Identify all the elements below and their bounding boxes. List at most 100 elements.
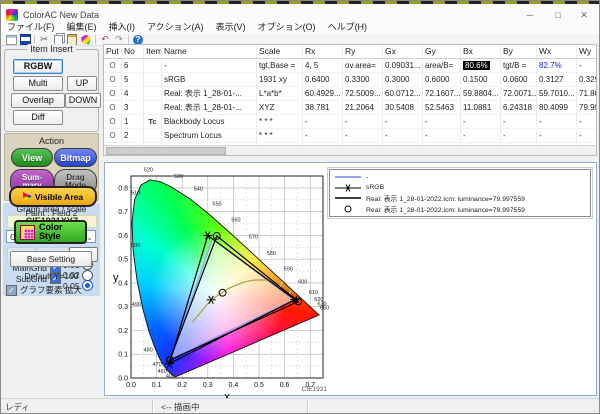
minimize-button[interactable]: ─ xyxy=(517,8,543,22)
cell-gy: - xyxy=(423,129,461,142)
menu-item-0[interactable]: ファイル(F) xyxy=(1,21,61,34)
window-title: ColorAC New Data xyxy=(23,10,100,20)
plot-toggle[interactable]: O xyxy=(104,73,122,86)
menu-item-6[interactable]: ヘルプ(H) xyxy=(322,21,374,34)
column-header-wx[interactable]: Wx xyxy=(537,45,577,58)
svg-text:520: 520 xyxy=(144,168,153,174)
toolbar-separator xyxy=(128,35,129,44)
column-header-no[interactable]: No xyxy=(122,45,144,58)
cell-rx: 38.781 xyxy=(303,101,343,114)
column-header-bx[interactable]: Bx xyxy=(461,45,501,58)
svg-text:480: 480 xyxy=(144,347,153,353)
item-insert-diff-button[interactable]: Diff xyxy=(13,110,63,125)
cell-bx: - xyxy=(461,129,501,142)
paint-field-label: Paint : Field 2 xyxy=(25,208,78,218)
title-bar: ColorAC New Data ─ □ ✕ xyxy=(1,4,599,22)
sidebar: Item Insert RGBW Multi Overlap Diff UP DOWN A… xyxy=(1,44,102,398)
items-table: Put No Item Name Scale Rx Ry Gx Gy Bx By Wx Wy O 6- tgt… xyxy=(103,44,597,156)
plot-toggle[interactable]: O xyxy=(104,59,122,72)
cell-gx: 30.5408 xyxy=(383,101,423,114)
status-separator xyxy=(152,401,153,412)
cell-gx: - xyxy=(383,115,423,128)
legend-label: Real: 表示 1_28-01-2022.icm: luminance=79.… xyxy=(366,206,525,214)
color-style-button[interactable]: Color Style xyxy=(14,220,87,244)
cell-bx: 80.6% xyxy=(461,59,501,72)
cell-ry: - xyxy=(343,129,383,142)
status-drawing: <-- 描画中 xyxy=(161,402,200,412)
plot-toggle[interactable]: O xyxy=(104,129,122,142)
cell-rx: - xyxy=(303,129,343,142)
column-header-wy[interactable]: Wy xyxy=(577,45,596,58)
cell-no: 2 xyxy=(122,129,144,142)
cell-gy: 52.5463 xyxy=(423,101,461,114)
item-insert-group: Item Insert RGBW Multi Overlap Diff UP DOWN xyxy=(4,44,101,132)
color-brush-icon[interactable] xyxy=(79,34,93,45)
legend-item: Real: 表示 1_28-01-2022.icm: luminance=79.… xyxy=(333,204,587,215)
table-header-row: Put No Item Name Scale Rx Ry Gx Gy Bx By Wx Wy xyxy=(104,45,596,59)
zoom-checkbox[interactable]: ✓ xyxy=(6,284,17,296)
cell-wy: 71.862... xyxy=(577,87,596,100)
action-bitmap-button[interactable]: Bitmap xyxy=(54,148,97,167)
plot-toggle[interactable]: O xyxy=(104,115,122,128)
table-hscrollbar[interactable] xyxy=(104,145,596,155)
column-header-gy[interactable]: Gy xyxy=(423,45,461,58)
cell-rx: - xyxy=(303,115,343,128)
menu-item-5[interactable]: オプション(O) xyxy=(252,21,322,34)
item-up-button[interactable]: UP xyxy=(67,76,97,91)
cell-wy: 79.995... xyxy=(577,101,596,114)
table-row[interactable]: O 1 Tc Blackbody Locus * * * - - - - - - - - xyxy=(104,115,596,129)
table-row[interactable]: O 2 Spectrum Locus * * * - - - - - - - - xyxy=(104,129,596,143)
plot-toggle[interactable]: O xyxy=(104,101,122,114)
maximize-button[interactable]: □ xyxy=(545,8,571,22)
cell-rx: 60.4929... xyxy=(303,87,343,100)
table-row[interactable]: O 3 Real: 表示 1_28-01-... XYZ 38.781 21.2064 30… xyxy=(104,101,596,115)
cell-rx: 4, 5 xyxy=(303,59,343,72)
plot-toggle[interactable]: O xyxy=(104,87,122,100)
visible-area-button[interactable]: Visible Area xyxy=(9,186,97,207)
item-insert-rgbw-button[interactable]: RGBW xyxy=(13,59,63,74)
item-down-button[interactable]: DOWN xyxy=(65,93,101,108)
cell-ry: ov.area= xyxy=(343,59,383,72)
cell-bx: 59.8804... xyxy=(461,87,501,100)
menu-item-3[interactable]: アクション(A) xyxy=(141,21,210,34)
grid-step-radio-0.05[interactable] xyxy=(81,280,93,291)
cell-gy: 0.6000 xyxy=(423,73,461,86)
cell-gy: 72.1607... xyxy=(425,87,461,100)
column-header-put[interactable]: Put xyxy=(104,45,122,58)
column-header-ry[interactable]: Ry xyxy=(343,45,383,58)
item-dots-red-icon xyxy=(144,87,162,100)
new-window-icon[interactable] xyxy=(4,34,18,45)
column-header-scale[interactable]: Scale xyxy=(257,45,303,58)
menu-item-4[interactable]: 表示(V) xyxy=(210,21,252,34)
item-insert-overlap-button[interactable]: Overlap xyxy=(11,93,65,108)
cell-ry: - xyxy=(343,115,383,128)
close-button[interactable]: ✕ xyxy=(571,8,597,22)
table-row[interactable]: O 5 sRGB 1931 xy 0.6400 0.3300 0.3000 0.6000 0.1… xyxy=(104,73,596,87)
column-header-name[interactable]: Name xyxy=(162,45,257,58)
chart-legend: - sRGB Real: 表示 1_28-01-2022.icm: lumina… xyxy=(327,167,593,219)
item-insert-multi-button[interactable]: Multi xyxy=(13,76,63,91)
menu-bar: ファイル(F) 編集(E) 挿入(I) アクション(A) 表示(V) オプション(O) ヘル… xyxy=(1,21,599,35)
column-header-item[interactable]: Item xyxy=(144,45,162,58)
column-header-by[interactable]: By xyxy=(501,45,537,58)
action-view-button[interactable]: View xyxy=(11,148,53,167)
cell-wy: - xyxy=(577,115,596,128)
cell-no: 6 xyxy=(122,59,144,72)
table-row[interactable]: O 6- tgt,Base = 4, 5 ov.area= 0.09031... area/… xyxy=(104,59,596,73)
column-header-gx[interactable]: Gx xyxy=(383,45,423,58)
column-header-rx[interactable]: Rx xyxy=(303,45,343,58)
cell-gx: - xyxy=(383,129,423,142)
colorac-window: ColorAC New Data ─ □ ✕ ファイル(F) 編集(E) 挿入(I)… xyxy=(0,0,600,414)
menu-item-2[interactable]: 挿入(I) xyxy=(103,21,142,34)
cell-scale: XYZ xyxy=(257,101,303,114)
zoom-label: グラフ要素 拡大 xyxy=(20,285,82,295)
cell-wx: 59.7010... xyxy=(537,87,577,100)
action-title: Action xyxy=(38,136,64,146)
hscrollbar-thumb[interactable] xyxy=(106,147,226,155)
table-row[interactable]: O 4 Real: 表示 1_28-01-... L*a*b* 60.4929... 72… xyxy=(104,87,596,101)
menu-item-1[interactable]: 編集(E) xyxy=(61,21,103,34)
base-setting-button[interactable]: Base Setting xyxy=(10,251,92,267)
item-dots-blue-icon xyxy=(144,101,162,114)
cell-ry: 72.5009... xyxy=(343,87,383,100)
svg-text:600: 600 xyxy=(298,279,307,285)
